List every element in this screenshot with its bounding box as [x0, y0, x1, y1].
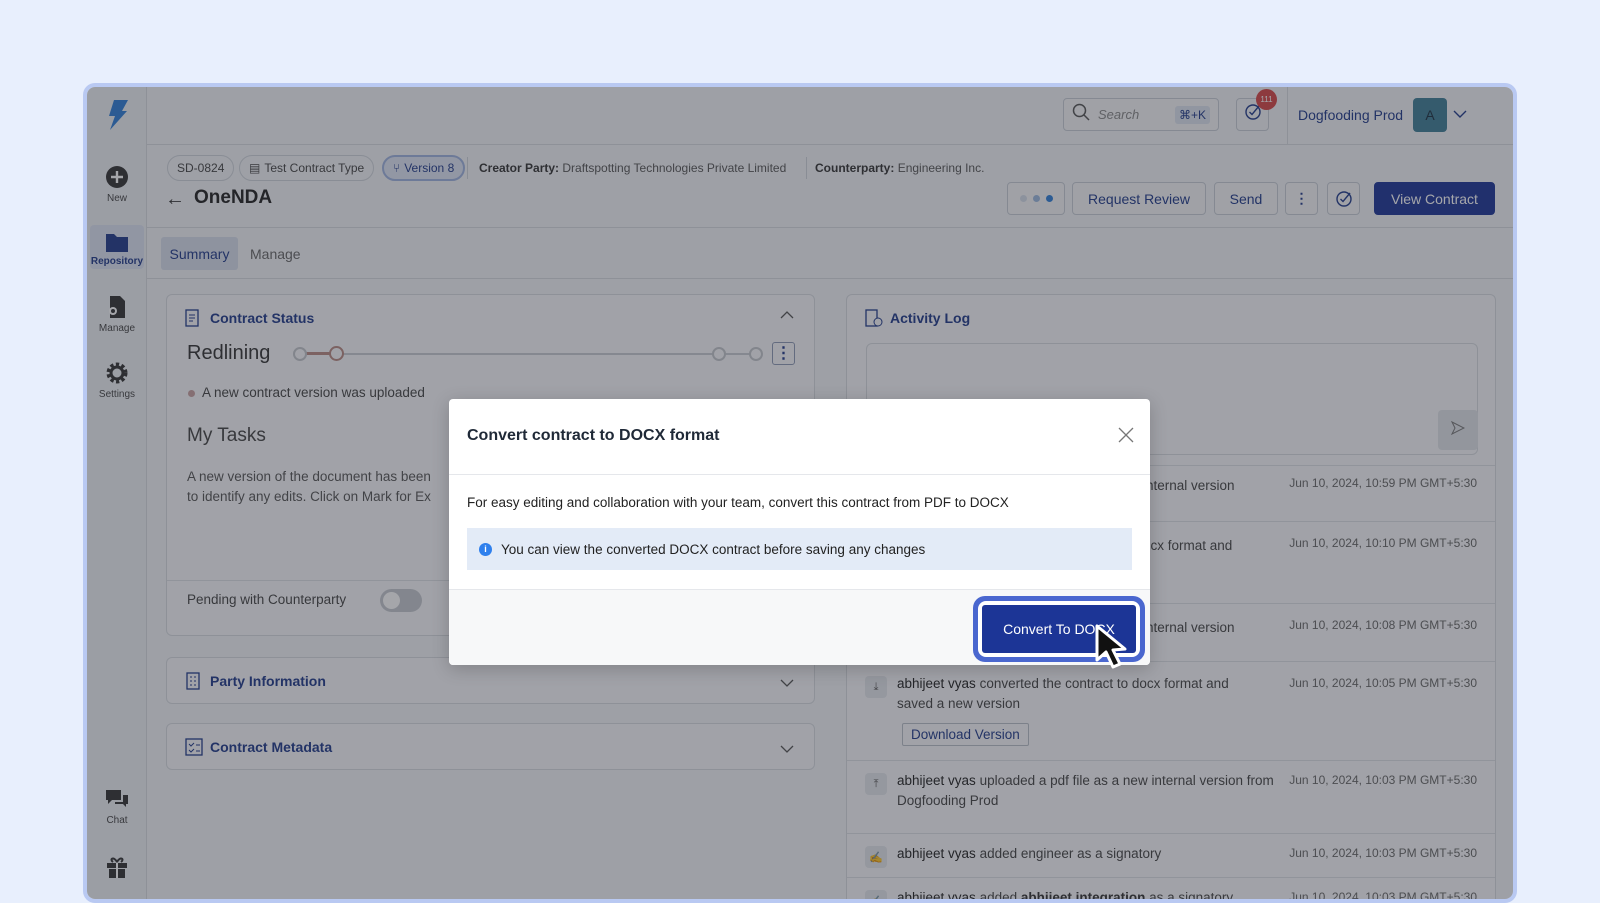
divider	[449, 474, 1150, 475]
modal-title: Convert contract to DOCX format	[467, 427, 720, 444]
info-text: You can view the converted DOCX contract…	[501, 541, 926, 557]
info-banner: i You can view the converted DOCX contra…	[467, 528, 1132, 570]
convert-docx-modal: Convert contract to DOCX format For easy…	[449, 399, 1150, 669]
modal-description: For easy editing and collaboration with …	[467, 495, 1009, 510]
close-icon[interactable]	[1118, 427, 1134, 448]
info-icon: i	[479, 542, 492, 556]
mouse-cursor-icon	[1094, 624, 1134, 675]
